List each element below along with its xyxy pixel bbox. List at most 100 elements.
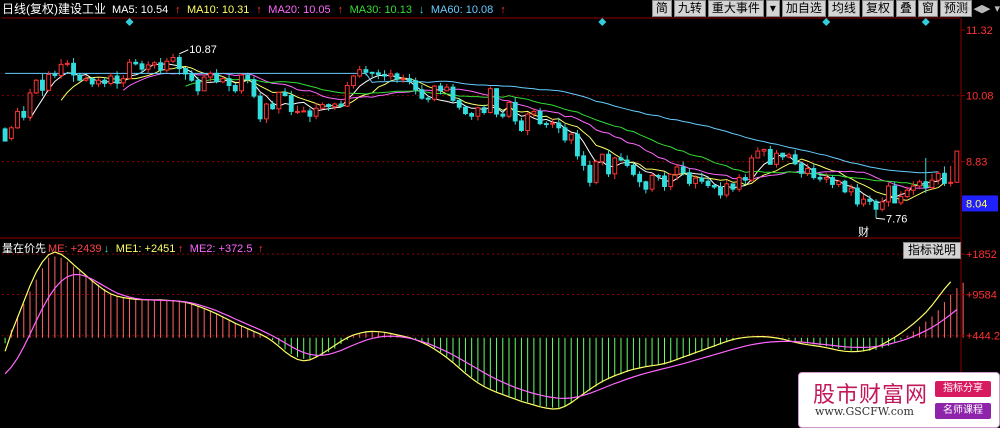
- candle-body: [369, 71, 375, 74]
- indicator-explain-button[interactable]: 指标说明: [903, 242, 962, 259]
- candle-body: [668, 173, 674, 188]
- annotation-leader: [179, 49, 189, 55]
- candle-body: [693, 177, 699, 184]
- price-grid: [0, 17, 962, 428]
- candle-body: [593, 161, 599, 183]
- candle-body: [139, 63, 145, 70]
- candle-body: [382, 73, 388, 77]
- candle-body: [792, 154, 798, 165]
- candle-body: [400, 78, 406, 81]
- candle-body: [170, 56, 176, 62]
- candle-body: [923, 181, 929, 189]
- event-markers[interactable]: [125, 18, 930, 26]
- candle-body: [220, 78, 226, 83]
- logo-tag-course[interactable]: 名师课程: [935, 403, 991, 419]
- candle-body: [805, 168, 811, 174]
- candle-body: [686, 172, 692, 184]
- candle-body: [892, 185, 898, 204]
- toolbar-button[interactable]: 九转: [673, 0, 706, 17]
- ma-value: MA60: 10.08: [431, 4, 493, 16]
- trend-arrow: ↑: [256, 4, 262, 16]
- current-price-label: 8.04: [966, 198, 987, 210]
- candle-body: [8, 127, 14, 139]
- ma-value: MA30: 10.13: [350, 4, 412, 16]
- candle-body: [774, 152, 779, 165]
- candle-body: [942, 172, 947, 184]
- candle-body: [519, 120, 524, 131]
- candle-body: [842, 180, 848, 193]
- candle-body: [699, 177, 705, 182]
- indicator-value: ME1: +2451: [116, 243, 176, 255]
- candle-body: [761, 149, 767, 152]
- candle-body: [830, 177, 835, 185]
- candle-body: [444, 86, 450, 92]
- candle-body: [450, 86, 456, 101]
- candle-body: [630, 164, 636, 175]
- candle-body: [413, 80, 419, 91]
- toolbar-button[interactable]: ▾: [765, 0, 780, 17]
- toolbar-button[interactable]: 简: [651, 0, 672, 17]
- candle-body: [848, 187, 854, 193]
- trend-arrow: ↑: [175, 4, 181, 16]
- stock-name: 建设工业: [58, 2, 106, 16]
- indicator-value: ME2: +372.5: [190, 243, 253, 255]
- toolbar-button[interactable]: 加自选: [781, 0, 826, 17]
- window-control-icon[interactable]: ◀▶: [974, 2, 991, 15]
- candle-body: [917, 181, 922, 187]
- candle-body: [861, 198, 867, 205]
- toolbar-button[interactable]: 复权: [861, 0, 894, 17]
- candle-body: [282, 91, 288, 97]
- candle-body: [164, 60, 170, 71]
- candle-body: [767, 149, 773, 165]
- candle-body: [854, 187, 860, 205]
- candle-body: [755, 150, 761, 159]
- candle-body: [537, 110, 543, 125]
- indicator-name: 量在价先: [2, 242, 46, 255]
- chart-toolbar: 简九转 重大事件 ▾ 加自选 均线 复权叠窗预测: [651, 0, 972, 17]
- candle-body: [95, 79, 101, 85]
- toolbar-button[interactable]: 窗: [917, 0, 938, 17]
- candle-body: [606, 153, 611, 175]
- toolbar-button[interactable]: 重大事件: [707, 0, 764, 17]
- candle-body: [425, 97, 431, 100]
- candle-body: [40, 79, 45, 91]
- candle-body: [500, 113, 506, 117]
- moving-average-lines: [5, 63, 945, 204]
- candle-body: [207, 72, 213, 78]
- candle-body: [618, 157, 624, 161]
- candle-body: [64, 62, 70, 65]
- candle-body: [251, 79, 257, 97]
- event-diamond-icon: [921, 18, 930, 26]
- candle-body: [133, 61, 139, 65]
- indicator-tick-label: +444.2: [966, 331, 1000, 343]
- candle-body: [599, 153, 605, 163]
- candle-body: [574, 133, 580, 157]
- period-label: 日线(复权): [2, 2, 58, 16]
- candle-body: [363, 69, 369, 73]
- candlesticks[interactable]: [2, 53, 960, 219]
- candle-body: [326, 104, 332, 108]
- candle-body: [257, 95, 263, 120]
- toolbar-button[interactable]: 叠: [895, 0, 916, 17]
- trend-arrow: ↑: [500, 4, 506, 16]
- candle-body: [108, 75, 114, 84]
- window-control-icon[interactable]: ▾: [994, 2, 1000, 15]
- price-panel[interactable]: 10.87 7.76 财 11.32 10.08 8.83 8.04: [0, 17, 998, 428]
- candle-body: [332, 103, 338, 108]
- candle-body: [388, 73, 394, 77]
- candle-body: [463, 106, 468, 115]
- candle-body: [879, 201, 885, 210]
- trend-arrow: ↑: [258, 243, 264, 255]
- candle-body: [662, 175, 667, 188]
- candle-body: [649, 174, 655, 190]
- stock-chart[interactable]: 10.87 7.76 财 11.32 10.08 8.83 8.04 +1852 +9584…: [0, 0, 1000, 428]
- candle-body: [46, 73, 52, 91]
- logo-tag-share[interactable]: 指标分享: [935, 381, 991, 397]
- logo-url: www.GSCFW.com: [815, 405, 914, 418]
- candle-body: [239, 74, 244, 92]
- toolbar-button[interactable]: 均线: [827, 0, 860, 17]
- window-control-icon[interactable]: ⌂: [963, 2, 970, 14]
- candle-body: [550, 122, 555, 125]
- candle-body: [680, 166, 686, 174]
- candle-body: [898, 196, 904, 204]
